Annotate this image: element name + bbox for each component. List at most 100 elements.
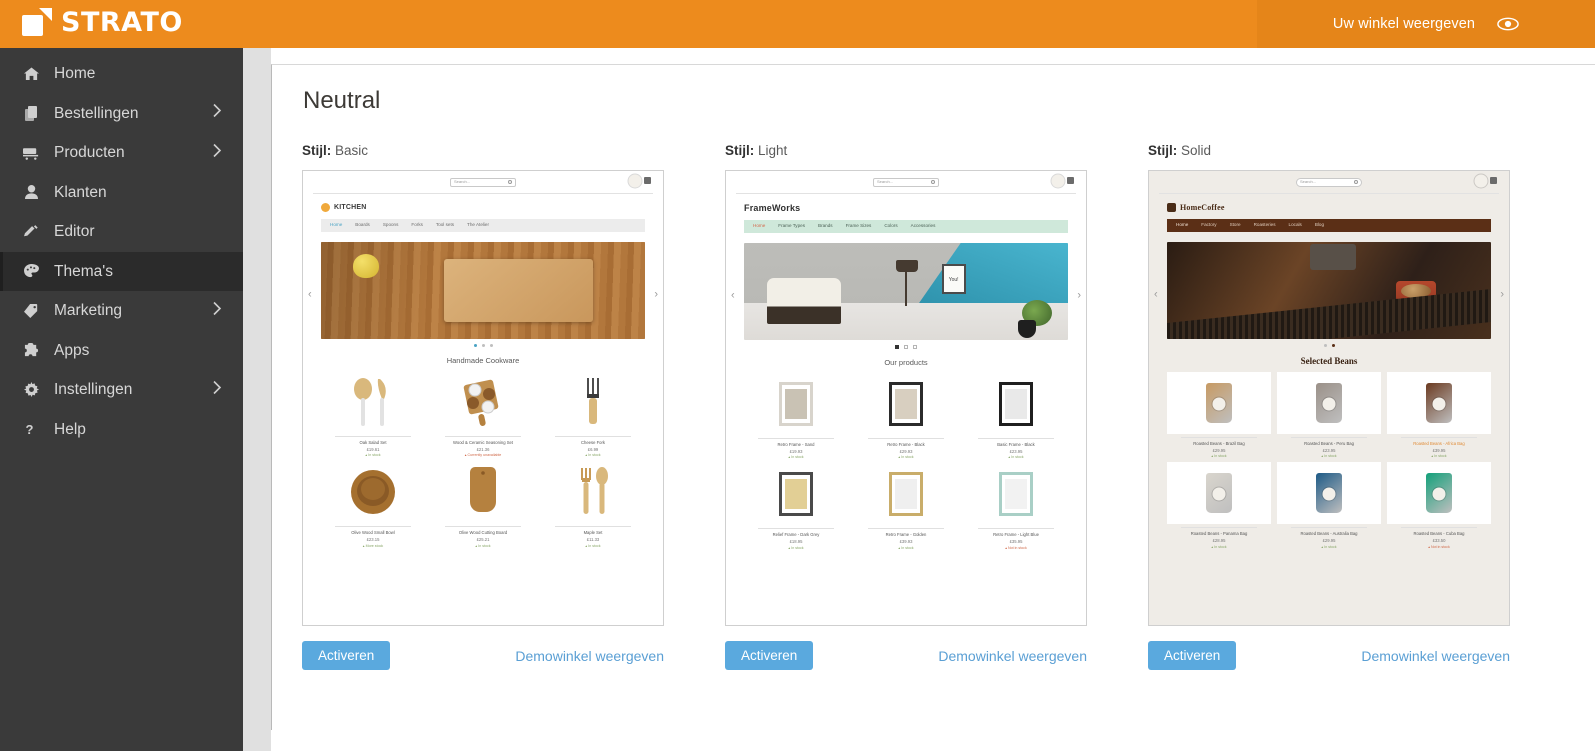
strato-logo[interactable]: STRATO xyxy=(22,7,183,38)
preview-product: Roasted Beans - Brazil Bag £29.95 ▴ In sto… xyxy=(1167,372,1271,458)
preview-hero-image: You! xyxy=(744,243,1068,340)
preview-product-stock: ▴ In stock xyxy=(365,453,381,458)
preview-nav-item: Factory xyxy=(1201,222,1217,228)
theme-preview[interactable]: Search... HomeCoffee Home Factory Store Roast… xyxy=(1148,170,1510,626)
sidebar-item-themas[interactable]: Thema's xyxy=(0,251,243,291)
preview-product-price: £29.95 xyxy=(1322,538,1336,543)
sidebar-item-home[interactable]: Home xyxy=(0,54,243,94)
bag-icon xyxy=(631,177,638,184)
preview-product-name: Olive Wood Cutting Board xyxy=(458,530,508,536)
preview-hero-image xyxy=(1167,242,1491,339)
preview-nav-item: Locals xyxy=(1288,222,1302,228)
preview-product: Roasted Beans - Peru Bag £23.95 ▴ In stock xyxy=(1277,372,1381,458)
activate-button[interactable]: Activeren xyxy=(725,641,814,670)
strato-logo-icon xyxy=(22,7,52,38)
preview-product-stock: ▴ In stock xyxy=(1211,454,1227,459)
sidebar: Home Bestellingen Producten Klanten Editor Th… xyxy=(0,48,243,751)
preview-product-name: Roasted Beans - Australia Bag xyxy=(1300,531,1358,537)
preview-product: Roasted Beans - Panama Bag £28.95 ▴ In sto… xyxy=(1167,462,1271,549)
view-shop-label: Uw winkel weergeven xyxy=(1332,16,1476,32)
preview-product: Olive Wood Cutting Board £25.21 ▴ In stock xyxy=(431,461,535,548)
sidebar-item-apps[interactable]: Apps xyxy=(0,331,243,371)
preview-nav-item: Boards xyxy=(355,222,370,228)
preview-prev-arrow: ‹ xyxy=(731,289,735,302)
preview-product-name: Roasted Beans - Brazil Bag xyxy=(1193,441,1245,446)
chevron-right-icon xyxy=(213,143,222,162)
preview-section-title: Selected Beans xyxy=(1300,356,1358,366)
preview-nav-item: Home xyxy=(1176,222,1189,228)
preview-product-name: Roasted Beans - Panama Bag xyxy=(1190,531,1248,537)
sidebar-item-label: Instellingen xyxy=(54,381,133,398)
strato-logo-text: STRATO xyxy=(61,7,183,38)
preview-product-stock: ▴ More stock xyxy=(362,543,384,548)
preview-product-price: £25.21 xyxy=(476,537,490,542)
preview-slider-dots xyxy=(321,344,645,347)
preview-nav-item: Home xyxy=(753,223,766,229)
preview-product-name: Retro Frame - Black xyxy=(887,442,925,447)
puzzle-icon xyxy=(20,342,42,358)
preview-product-price: £18.95 xyxy=(789,539,803,544)
pencil-icon xyxy=(20,224,42,239)
preview-product-price: £39.93 xyxy=(899,539,913,544)
view-demo-shop-link[interactable]: Demowinkel weergeven xyxy=(515,648,664,664)
theme-preview[interactable]: Search... FrameWorks Home Frame Types Brands… xyxy=(725,170,1087,626)
account-icon xyxy=(1067,177,1074,184)
preview-nav: Home Boards Spoons Forks Tool sets The Atelie… xyxy=(321,219,645,232)
view-demo-shop-link[interactable]: Demowinkel weergeven xyxy=(938,648,1087,664)
preview-product: Olive Wood Small Bowl £23.15 ▴ More stock xyxy=(321,461,425,548)
preview-product-name: Olive Wood Small Bowl xyxy=(351,530,395,536)
sidebar-item-label: Apps xyxy=(54,341,90,359)
theme-card-light: Stijl: Light Search... FrameWorks Home Frame… xyxy=(725,143,1087,670)
sidebar-item-editor[interactable]: Editor xyxy=(0,212,243,252)
sidebar-item-label: Home xyxy=(54,65,96,82)
preview-nav-item: Tool sets xyxy=(435,222,455,228)
view-shop-button[interactable]: Uw winkel weergeven xyxy=(1257,0,1595,48)
question-icon: ? xyxy=(20,422,42,437)
style-label: Stijl: xyxy=(302,143,332,158)
preview-nav-item: Home xyxy=(330,222,343,228)
sidebar-item-bestellingen[interactable]: Bestellingen xyxy=(0,94,243,134)
preview-product-stock: ▴ In stock xyxy=(1431,454,1447,459)
page-title: Neutral xyxy=(303,87,381,114)
activate-button[interactable]: Activeren xyxy=(302,641,391,670)
preview-product: Retro Frame - Sand £19.93 ▴ In stock xyxy=(744,373,848,459)
preview-next-arrow: › xyxy=(1500,288,1504,300)
preview-product-stock: ▴ In stock xyxy=(788,545,804,550)
preview-nav-item: The Atelier xyxy=(467,222,490,228)
preview-nav-item: Store xyxy=(1229,222,1241,228)
user-icon xyxy=(20,185,42,200)
theme-preview[interactable]: Search... KITCHEN Home Boards Spoons Forks Too… xyxy=(302,170,664,626)
preview-product-name: Roasted Beans - Peru Bag xyxy=(1304,441,1354,446)
sidebar-item-klanten[interactable]: Klanten xyxy=(0,173,243,213)
sidebar-item-producten[interactable]: Producten xyxy=(0,133,243,173)
preview-product-name: Wood & Ceramic Seasoning Set xyxy=(453,440,513,445)
preview-search-input: Search... xyxy=(873,177,939,187)
bag-icon xyxy=(1054,177,1061,184)
preview-nav-item: Frame Types xyxy=(778,223,805,229)
preview-product-price: £23.95 xyxy=(1322,447,1336,453)
preview-prev-arrow: ‹ xyxy=(1154,288,1158,300)
activate-button[interactable]: Activeren xyxy=(1148,641,1237,670)
preview-product-price: £29.93 xyxy=(899,448,913,454)
preview-nav: Home Frame Types Brands Frame Sizes Colors Ac… xyxy=(744,220,1068,233)
view-demo-shop-link[interactable]: Demowinkel weergeven xyxy=(1361,648,1510,664)
preview-product-stock: ▴ In stock xyxy=(898,455,914,460)
preview-brand-name: FrameWorks xyxy=(744,203,801,213)
sidebar-item-help[interactable]: ? Help xyxy=(0,410,243,450)
cart-icon xyxy=(20,146,42,160)
sidebar-item-marketing[interactable]: Marketing xyxy=(0,291,243,331)
style-label: Stijl: xyxy=(725,143,755,158)
preview-product-stock: ▴ Currently unavailable xyxy=(464,453,502,458)
preview-product-stock: ▴ In stock xyxy=(1008,455,1024,460)
preview-product-name: Roasted Beans - Cuba Bag xyxy=(1413,531,1465,537)
preview-nav-item: Frame Sizes xyxy=(845,223,872,229)
eye-icon xyxy=(1497,17,1519,31)
preview-product: Retro Frame - Golden £39.93 ▴ In stock xyxy=(854,463,958,550)
preview-next-arrow: › xyxy=(1077,289,1081,302)
preview-product-stock: ▴ Not in stock xyxy=(1005,545,1027,550)
preview-product-grid: Roasted Beans - Brazil Bag £29.95 ▴ In sto… xyxy=(1149,368,1509,549)
sidebar-item-instellingen[interactable]: Instellingen xyxy=(0,370,243,410)
preview-brand: FrameWorks xyxy=(726,194,1086,220)
preview-product-price: £19.93 xyxy=(789,448,803,454)
style-value: Basic xyxy=(335,143,369,158)
